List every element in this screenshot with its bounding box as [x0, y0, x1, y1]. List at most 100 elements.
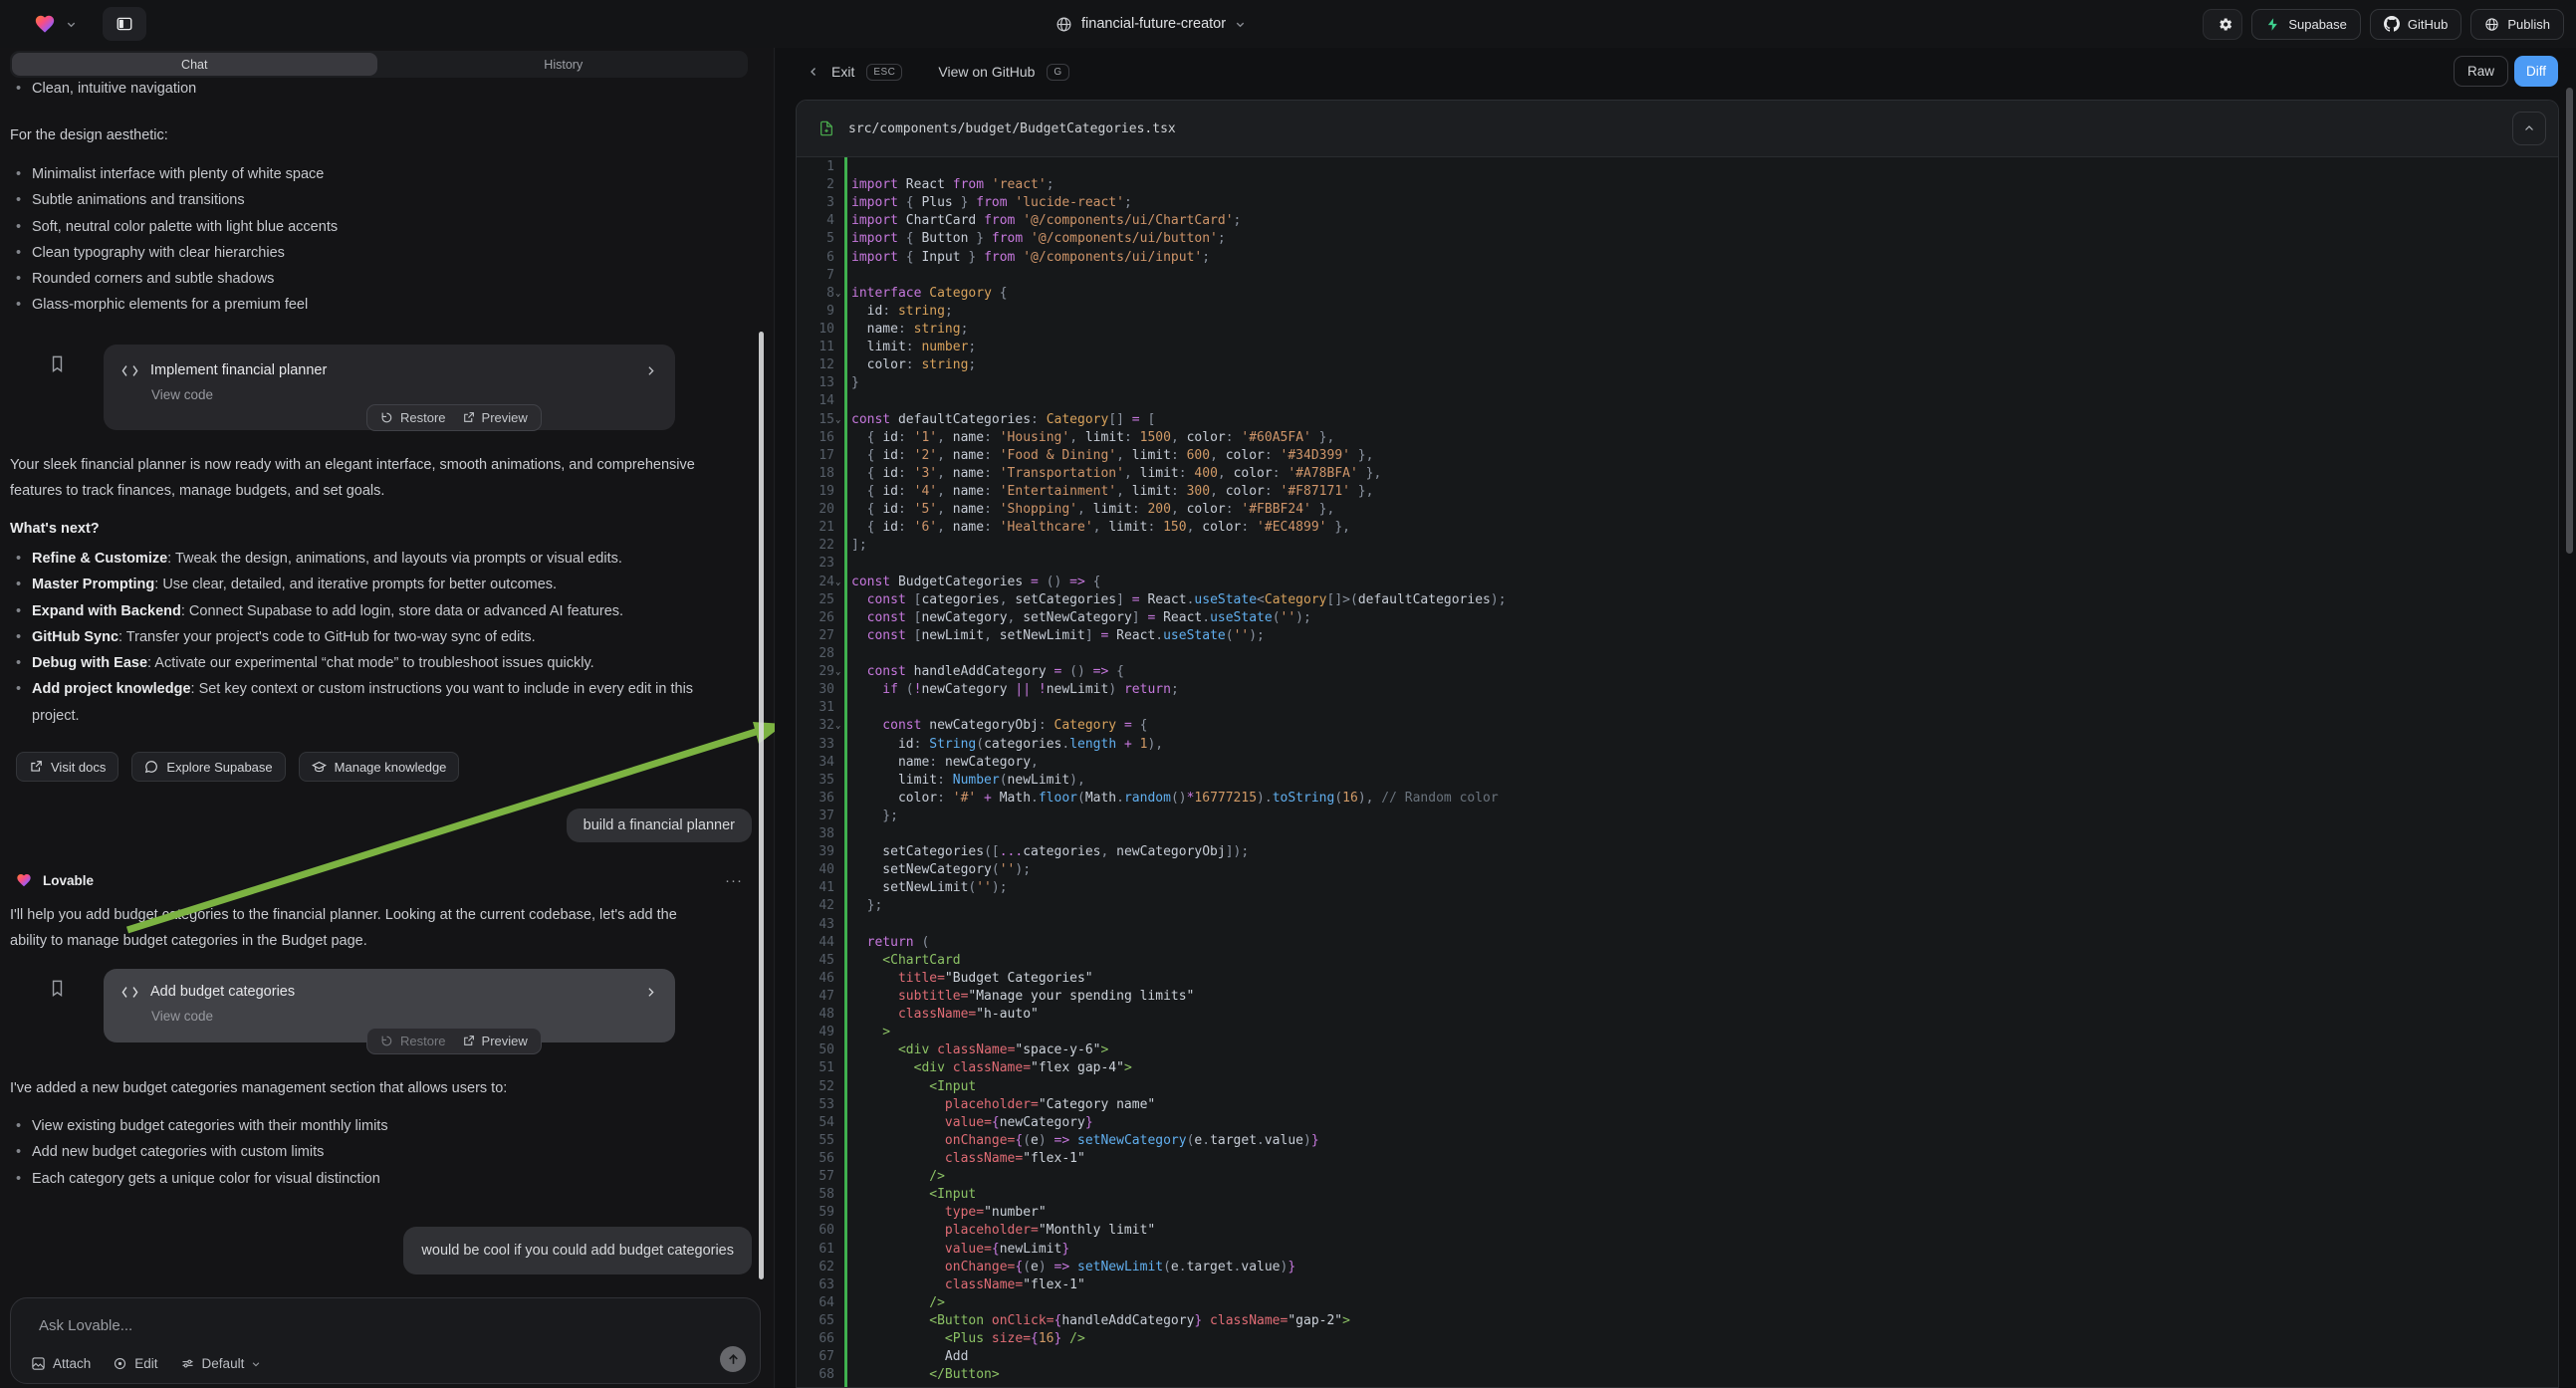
supabase-bolt-icon: [2265, 17, 2280, 32]
design-aesthetic-heading: For the design aesthetic:: [10, 122, 168, 148]
view-on-github-link[interactable]: View on GitHub: [938, 64, 1035, 80]
code-line: 64 />: [797, 1294, 2558, 1312]
code-line: 1: [797, 158, 2558, 176]
code-line: 27 const [newLimit, setNewLimit] = React…: [797, 627, 2558, 645]
visit-docs-button[interactable]: Visit docs: [16, 752, 118, 782]
bookmark-icon[interactable]: [48, 354, 67, 373]
supabase-label: Supabase: [2288, 17, 2347, 32]
code-line: 16 { id: '1', name: 'Housing', limit: 15…: [797, 429, 2558, 447]
model-default-dropdown[interactable]: Default: [180, 1356, 262, 1371]
collapse-file-button[interactable]: [2512, 112, 2546, 145]
code-line: 38: [797, 825, 2558, 843]
explore-supabase-button[interactable]: Explore Supabase: [131, 752, 285, 782]
sidebar-toggle-button[interactable]: [103, 7, 146, 41]
chat-scrollbar[interactable]: [759, 332, 764, 1279]
code-line: 32⌄ const newCategoryObj: Category = {: [797, 717, 2558, 735]
code-body[interactable]: 12import React from 'react';3import { Pl…: [797, 157, 2558, 1387]
assistant-intro-text: I'll help you add budget categories to t…: [10, 902, 707, 955]
supabase-button[interactable]: Supabase: [2251, 9, 2361, 40]
message-menu-icon[interactable]: ···: [725, 872, 743, 889]
edit-mode-button[interactable]: Edit: [113, 1356, 157, 1371]
manage-knowledge-button[interactable]: Manage knowledge: [299, 752, 460, 782]
chat-scroll-area[interactable]: Clean, intuitive navigation For the desi…: [0, 48, 775, 1388]
list-item: Subtle animations and transitions: [10, 187, 747, 213]
tab-history[interactable]: History: [381, 53, 747, 76]
g-shortcut-badge: G: [1047, 64, 1068, 81]
restore-preview-toolbar: Restore Preview: [366, 1028, 542, 1054]
attach-button[interactable]: Attach: [31, 1356, 91, 1371]
code-line: 60 placeholder="Monthly limit": [797, 1222, 2558, 1240]
code-line: 31: [797, 699, 2558, 717]
graduation-cap-icon: [312, 760, 327, 775]
chevron-left-icon[interactable]: [808, 66, 820, 78]
list-item: Add new budget categories with custom li…: [10, 1139, 747, 1165]
code-line: 29⌄ const handleAddCategory = () => {: [797, 663, 2558, 681]
github-button[interactable]: GitHub: [2370, 9, 2461, 40]
code-line: 33 id: String(categories.length + 1),: [797, 736, 2558, 754]
chevron-up-icon: [2523, 122, 2535, 134]
list-item: Rounded corners and subtle shadows: [10, 266, 747, 292]
code-line: 46 title="Budget Categories": [797, 970, 2558, 988]
diff-toggle-button[interactable]: Diff: [2514, 56, 2558, 87]
lovable-heart-icon: [16, 872, 32, 888]
raw-toggle-button[interactable]: Raw: [2454, 56, 2508, 87]
code-line: 63 className="flex-1": [797, 1276, 2558, 1294]
code-scrollbar[interactable]: [2566, 88, 2573, 554]
view-code-link[interactable]: View code: [151, 387, 657, 402]
version-card-title: Add budget categories: [150, 984, 295, 1000]
settings-button[interactable]: [2203, 9, 2242, 40]
code-panel: Exit ESC View on GitHub G Raw Diff src/c…: [776, 48, 2576, 1388]
view-code-link[interactable]: View code: [151, 1009, 657, 1024]
preview-button[interactable]: Preview: [462, 1034, 528, 1048]
project-title: financial-future-creator: [1081, 16, 1226, 32]
whats-next-list: Refine & Customize: Tweak the design, an…: [10, 546, 707, 729]
exit-button[interactable]: Exit: [831, 64, 854, 80]
fold-chevron-icon[interactable]: ⌄: [835, 717, 840, 735]
list-item: Clean typography with clear hierarchies: [10, 240, 747, 266]
lovable-logo-heart-icon[interactable]: [34, 13, 56, 35]
code-line: 9 id: string;: [797, 303, 2558, 321]
code-line: 11 limit: number;: [797, 339, 2558, 356]
fold-chevron-icon[interactable]: ⌄: [835, 411, 840, 429]
code-line: 4import ChartCard from '@/components/ui/…: [797, 212, 2558, 230]
workspace-chevron-down-icon[interactable]: [66, 19, 77, 30]
assistant-ready-text: Your sleek financial planner is now read…: [10, 452, 702, 505]
chat-bubble-icon: [144, 760, 158, 774]
project-switcher[interactable]: financial-future-creator: [1055, 0, 1246, 48]
code-line: 45 <ChartCard: [797, 952, 2558, 970]
chevron-right-icon: [644, 986, 657, 999]
fold-chevron-icon[interactable]: ⌄: [835, 574, 840, 591]
code-line: 65 <Button onClick={handleAddCategory} c…: [797, 1312, 2558, 1330]
publish-globe-icon: [2484, 17, 2499, 32]
tab-chat[interactable]: Chat: [12, 53, 377, 76]
restore-button[interactable]: Restore: [380, 1034, 446, 1048]
code-line: 67 Add: [797, 1348, 2558, 1366]
send-button[interactable]: [720, 1346, 746, 1372]
fold-chevron-icon[interactable]: ⌄: [835, 285, 840, 303]
chevron-right-icon: [644, 364, 657, 377]
restore-button[interactable]: Restore: [380, 410, 446, 425]
esc-shortcut-badge: ESC: [866, 64, 902, 81]
code-line: 22];: [797, 537, 2558, 555]
code-line: 19 { id: '4', name: 'Entertainment', lim…: [797, 483, 2558, 501]
code-line: 37 };: [797, 808, 2558, 825]
code-line: 10 name: string;: [797, 321, 2558, 339]
assistant-added-text: I've added a new budget categories manag…: [10, 1075, 747, 1101]
code-line: 61 value={newLimit}: [797, 1241, 2558, 1259]
file-header[interactable]: src/components/budget/BudgetCategories.t…: [797, 101, 2558, 157]
publish-button[interactable]: Publish: [2470, 9, 2564, 40]
code-line: 21 { id: '6', name: 'Healthcare', limit:…: [797, 519, 2558, 537]
ask-lovable-input[interactable]: Ask Lovable... Attach Edit Default: [10, 1297, 761, 1384]
code-line: 36 color: '#' + Math.floor(Math.random()…: [797, 790, 2558, 808]
target-icon: [113, 1356, 127, 1371]
code-line: 13}: [797, 374, 2558, 392]
code-line: 53 placeholder="Category name": [797, 1096, 2558, 1114]
chat-panel: Clean, intuitive navigation For the desi…: [0, 48, 775, 1388]
fold-chevron-icon[interactable]: ⌄: [835, 663, 840, 681]
list-item: Debug with Ease: Activate our experiment…: [10, 650, 707, 676]
bookmark-icon[interactable]: [48, 979, 67, 998]
preview-button[interactable]: Preview: [462, 410, 528, 425]
code-line: 20 { id: '5', name: 'Shopping', limit: 2…: [797, 501, 2558, 519]
code-line: 7: [797, 267, 2558, 285]
external-link-icon: [29, 760, 43, 774]
